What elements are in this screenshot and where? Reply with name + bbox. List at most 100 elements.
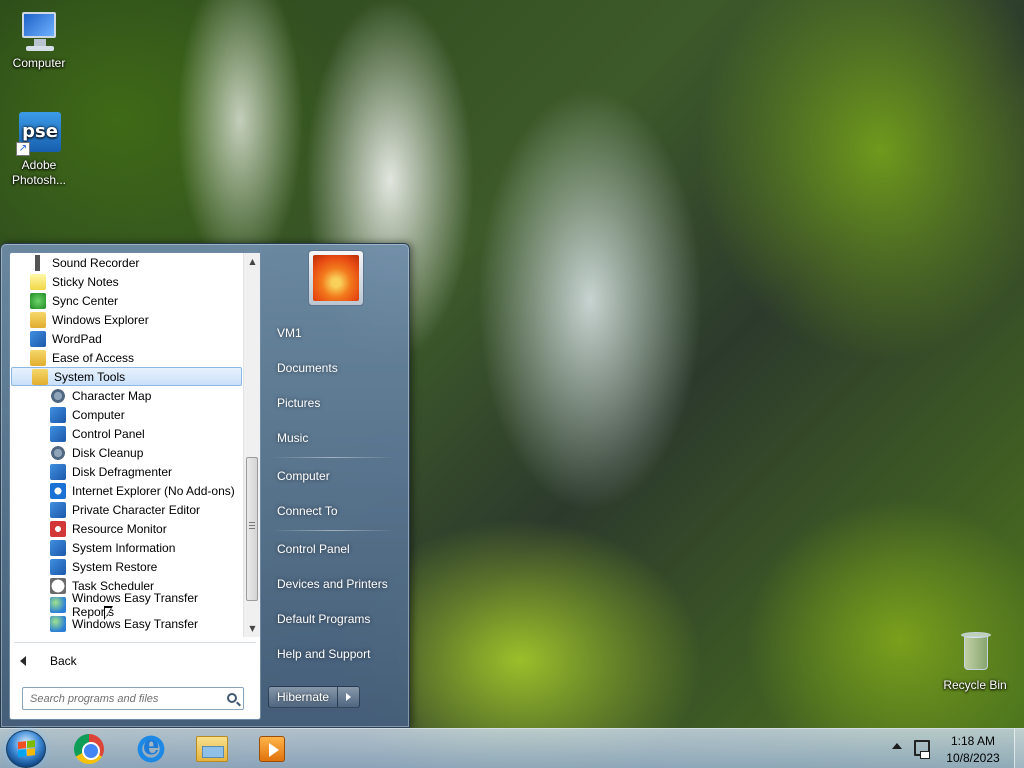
windows-explorer-icon <box>30 311 46 328</box>
back-button[interactable]: Back <box>20 651 77 671</box>
desktop-icon-computer[interactable]: Computer <box>2 8 76 71</box>
program-item-system-tools[interactable]: System Tools <box>11 367 242 386</box>
program-item-wordpad[interactable]: WordPad <box>10 329 243 348</box>
program-item-disk-cleanup[interactable]: Disk Cleanup <box>10 443 243 462</box>
program-label: Computer <box>72 407 125 422</box>
program-item-control-panel[interactable]: Control Panel <box>10 424 243 443</box>
computer-icon <box>50 406 66 423</box>
taskbar-internet-explorer[interactable] <box>124 731 176 766</box>
internet-explorer-icon <box>50 482 66 499</box>
start-menu-programs-pane: Sound Recorder Sticky Notes Sync Center Win… <box>9 252 261 720</box>
program-label: Ease of Access <box>52 350 135 365</box>
network-icon[interactable] <box>914 740 930 759</box>
disk-cleanup-icon <box>50 444 66 461</box>
program-item-private-character-editor[interactable]: Private Character Editor <box>10 500 243 519</box>
media-player-icon <box>259 736 285 762</box>
program-label: Sticky Notes <box>52 274 119 289</box>
program-label: Control Panel <box>72 426 145 441</box>
back-label: Back <box>50 654 77 668</box>
sticky-notes-icon <box>30 273 46 290</box>
start-link-devices-and-printers[interactable]: Devices and Printers <box>263 567 403 602</box>
computer-icon <box>16 8 62 54</box>
taskbar-media-player[interactable] <box>246 732 298 766</box>
search-box[interactable] <box>22 687 244 710</box>
program-label: Character Map <box>72 388 152 403</box>
start-link-vm1[interactable]: VM1 <box>263 316 403 351</box>
scroll-down-arrow-icon[interactable]: ▼ <box>244 620 261 637</box>
program-label: Windows Easy Transfer <box>72 616 199 631</box>
windows-logo-icon <box>18 740 36 758</box>
desktop-icon-label: Computer <box>12 56 66 70</box>
scroll-up-arrow-icon[interactable]: ▲ <box>244 253 261 270</box>
program-label: System Tools <box>54 369 126 384</box>
program-item-internet-explorer-no-add-ons[interactable]: Internet Explorer (No Add-ons) <box>10 481 243 500</box>
easy-transfer-icon <box>50 596 66 613</box>
shortcut-arrow-icon: ↗ <box>16 142 30 156</box>
program-item-windows-easy-transfer-reports[interactable]: Windows Easy Transfer Reports <box>10 591 243 619</box>
program-label: Internet Explorer (No Add-ons) <box>72 483 235 498</box>
program-item-sticky-notes[interactable]: Sticky Notes <box>10 272 243 291</box>
folder-icon <box>30 349 46 366</box>
taskbar-windows-explorer[interactable] <box>186 732 238 766</box>
program-item-sync-center[interactable]: Sync Center <box>10 291 243 310</box>
program-item-resource-monitor[interactable]: Resource Monitor <box>10 519 243 538</box>
start-link-connect-to[interactable]: Connect To <box>263 494 403 529</box>
show-hidden-icons-icon[interactable] <box>892 743 902 749</box>
clock-time[interactable]: 1:18 AM <box>936 734 1010 748</box>
program-item-system-restore[interactable]: System Restore <box>10 557 243 576</box>
windows-explorer-icon <box>196 736 228 762</box>
program-label: Disk Defragmenter <box>72 464 173 479</box>
clock-date[interactable]: 10/8/2023 <box>936 751 1010 765</box>
program-item-sound-recorder[interactable]: Sound Recorder <box>10 253 243 272</box>
program-item-ease-of-access[interactable]: Ease of Access <box>10 348 243 367</box>
shutdown-controls: Hibernate <box>268 686 361 708</box>
back-arrow-icon <box>20 656 26 666</box>
start-button[interactable] <box>6 730 46 768</box>
hibernate-button[interactable]: Hibernate <box>268 686 339 708</box>
search-input[interactable] <box>30 692 226 705</box>
system-information-icon <box>50 539 66 556</box>
start-menu-right-links: VM1 Documents Pictures Music Computer Connect… <box>263 316 403 672</box>
scrollbar-thumb[interactable] <box>246 457 258 601</box>
taskbar: 1:18 AM 10/8/2023 <box>0 728 1024 768</box>
program-label: System Information <box>72 540 176 555</box>
wordpad-icon <box>30 330 46 347</box>
divider <box>271 530 395 531</box>
start-link-default-programs[interactable]: Default Programs <box>263 602 403 637</box>
flower-picture-icon <box>313 255 359 301</box>
system-restore-icon <box>50 558 66 575</box>
program-item-computer[interactable]: Computer <box>10 405 243 424</box>
start-link-control-panel[interactable]: Control Panel <box>263 532 403 567</box>
start-link-music[interactable]: Music <box>263 421 403 456</box>
desktop-icon-label: Adobe Photosh... <box>11 158 67 187</box>
desktop-icon-photoshop[interactable]: pse ↗ Adobe Photosh... <box>2 110 76 188</box>
private-character-editor-icon <box>50 501 66 518</box>
shutdown-options-arrow-icon[interactable] <box>338 686 361 708</box>
start-link-pictures[interactable]: Pictures <box>263 386 403 421</box>
program-item-windows-explorer[interactable]: Windows Explorer <box>10 310 243 329</box>
programs-scrollbar[interactable]: ▲ ▼ <box>243 253 260 637</box>
start-link-computer[interactable]: Computer <box>263 459 403 494</box>
start-link-documents[interactable]: Documents <box>263 351 403 386</box>
search-icon[interactable] <box>227 693 237 703</box>
all-programs-list: Sound Recorder Sticky Notes Sync Center Win… <box>10 253 243 637</box>
internet-explorer-icon <box>136 731 166 764</box>
character-map-icon <box>50 387 66 404</box>
start-link-help-and-support[interactable]: Help and Support <box>263 637 403 672</box>
program-label: Private Character Editor <box>72 502 201 517</box>
user-avatar[interactable] <box>308 250 364 306</box>
desktop-icon-recycle-bin[interactable]: Recycle Bin <box>938 630 1012 693</box>
program-label: System Restore <box>72 559 158 574</box>
program-label: WordPad <box>52 331 102 346</box>
start-menu: Sound Recorder Sticky Notes Sync Center Win… <box>0 243 410 728</box>
program-item-character-map[interactable]: Character Map <box>10 386 243 405</box>
program-item-disk-defragmenter[interactable]: Disk Defragmenter <box>10 462 243 481</box>
divider <box>14 642 256 643</box>
taskbar-chrome[interactable] <box>62 732 114 766</box>
show-desktop-button[interactable] <box>1014 729 1024 768</box>
microphone-icon <box>30 254 46 271</box>
folder-icon <box>32 368 48 385</box>
resource-monitor-icon <box>50 520 66 537</box>
program-item-system-information[interactable]: System Information <box>10 538 243 557</box>
recycle-bin-icon <box>952 630 998 676</box>
